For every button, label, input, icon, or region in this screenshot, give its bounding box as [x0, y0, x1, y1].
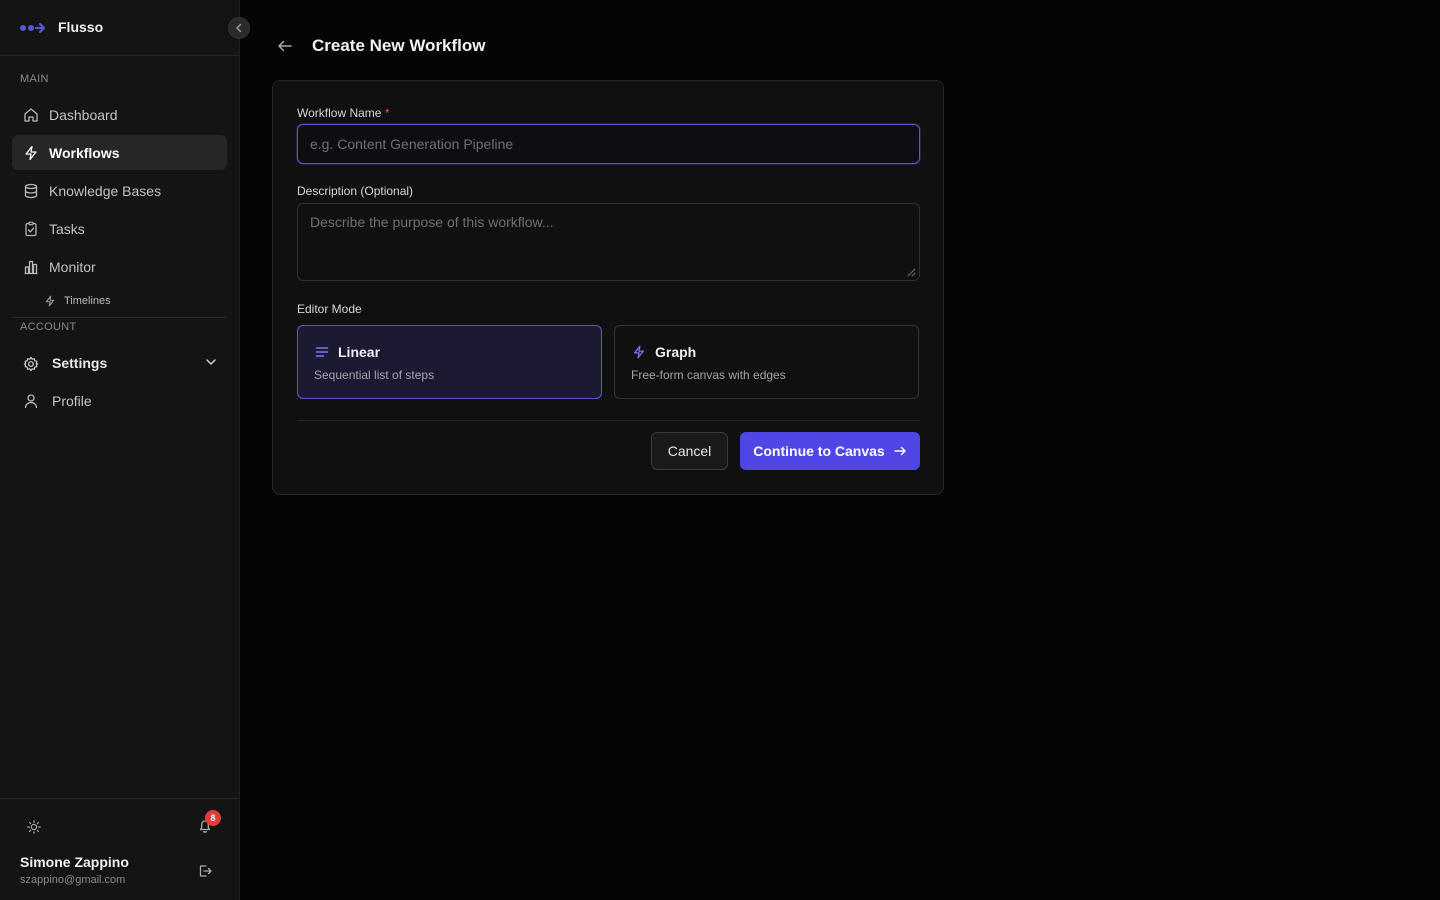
section-label-main: MAIN — [20, 73, 49, 85]
list-icon — [315, 345, 329, 359]
sidebar-footer: 8 Simone Zappino szappino@gmail.com — [0, 798, 239, 900]
editor-mode-label: Editor Mode — [297, 302, 362, 316]
chevron-down-icon — [205, 356, 217, 368]
mode-description: Sequential list of steps — [314, 368, 435, 382]
flusso-logo-icon — [19, 21, 47, 39]
cancel-button-label: Cancel — [667, 443, 712, 459]
sidebar-item-knowledge-bases[interactable]: Knowledge Bases — [12, 173, 227, 208]
sidebar-divider — [12, 317, 227, 318]
user-name: Simone Zappino — [20, 854, 129, 870]
sidebar-item-profile[interactable]: Profile — [12, 383, 227, 418]
bar-chart-icon — [23, 259, 39, 275]
sidebar-item-monitor[interactable]: Monitor — [12, 249, 227, 284]
sidebar-item-label: Profile — [52, 392, 92, 409]
sidebar-item-label: Dashboard — [49, 106, 118, 123]
logout-icon[interactable] — [197, 863, 213, 879]
user-icon — [23, 393, 39, 409]
chevron-left-icon — [234, 23, 244, 33]
description-textarea[interactable] — [297, 203, 920, 281]
user-email: szappino@gmail.com — [20, 874, 126, 886]
notification-badge: 8 — [205, 810, 221, 826]
sidebar-item-label: Knowledge Bases — [49, 182, 162, 199]
sidebar-item-label: Monitor — [49, 258, 96, 275]
home-icon — [23, 107, 39, 123]
sidebar-item-label: Workflows — [49, 144, 120, 161]
app-name: Flusso — [58, 19, 104, 35]
sidebar-item-label: Settings — [52, 354, 108, 371]
database-icon — [23, 183, 39, 199]
sidebar-subitem-timelines[interactable]: Timelines — [44, 290, 111, 312]
section-label-account: ACCOUNT — [20, 321, 77, 333]
sidebar-item-dashboard[interactable]: Dashboard — [12, 97, 227, 132]
collapse-sidebar-button[interactable] — [228, 17, 250, 39]
card-divider — [297, 420, 920, 421]
lightning-icon — [632, 345, 646, 359]
workflow-name-input[interactable] — [297, 124, 920, 164]
arrow-right-icon — [893, 444, 907, 458]
sidebar-item-workflows[interactable]: Workflows — [12, 135, 227, 170]
workflow-name-label: Workflow Name * — [297, 106, 389, 120]
gear-icon — [23, 355, 39, 371]
sidebar-item-tasks[interactable]: Tasks — [12, 211, 227, 246]
lightning-icon — [44, 295, 56, 307]
mode-title: Linear — [338, 344, 381, 360]
back-arrow-icon[interactable] — [276, 37, 294, 55]
lightning-icon — [23, 145, 39, 161]
continue-button-label: Continue to Canvas — [753, 443, 885, 459]
editor-mode-graph[interactable]: Graph Free-form canvas with edges — [614, 325, 919, 399]
continue-to-canvas-button[interactable]: Continue to Canvas — [740, 432, 920, 470]
page-title: Create New Workflow — [312, 36, 486, 55]
create-workflow-card: Workflow Name * Description (Optional) E… — [272, 80, 944, 495]
sidebar-item-settings[interactable]: Settings — [12, 345, 227, 380]
mode-description: Free-form canvas with edges — [631, 368, 786, 382]
workflow-name-label-text: Workflow Name — [297, 106, 382, 120]
editor-mode-linear[interactable]: Linear Sequential list of steps — [297, 325, 602, 399]
mode-title: Graph — [655, 344, 697, 360]
sidebar-item-label: Tasks — [49, 220, 85, 237]
sun-icon[interactable] — [27, 820, 41, 834]
required-asterisk: * — [384, 106, 390, 120]
cancel-button[interactable]: Cancel — [651, 432, 728, 470]
description-label: Description (Optional) — [297, 184, 414, 198]
clipboard-icon — [23, 221, 39, 237]
sidebar-subitem-label: Timelines — [64, 295, 111, 307]
brand-header: Flusso — [0, 0, 239, 56]
sidebar: Flusso MAIN Dashboard Workflows Knowledg… — [0, 0, 250, 900]
resize-handle-icon[interactable] — [907, 268, 916, 277]
